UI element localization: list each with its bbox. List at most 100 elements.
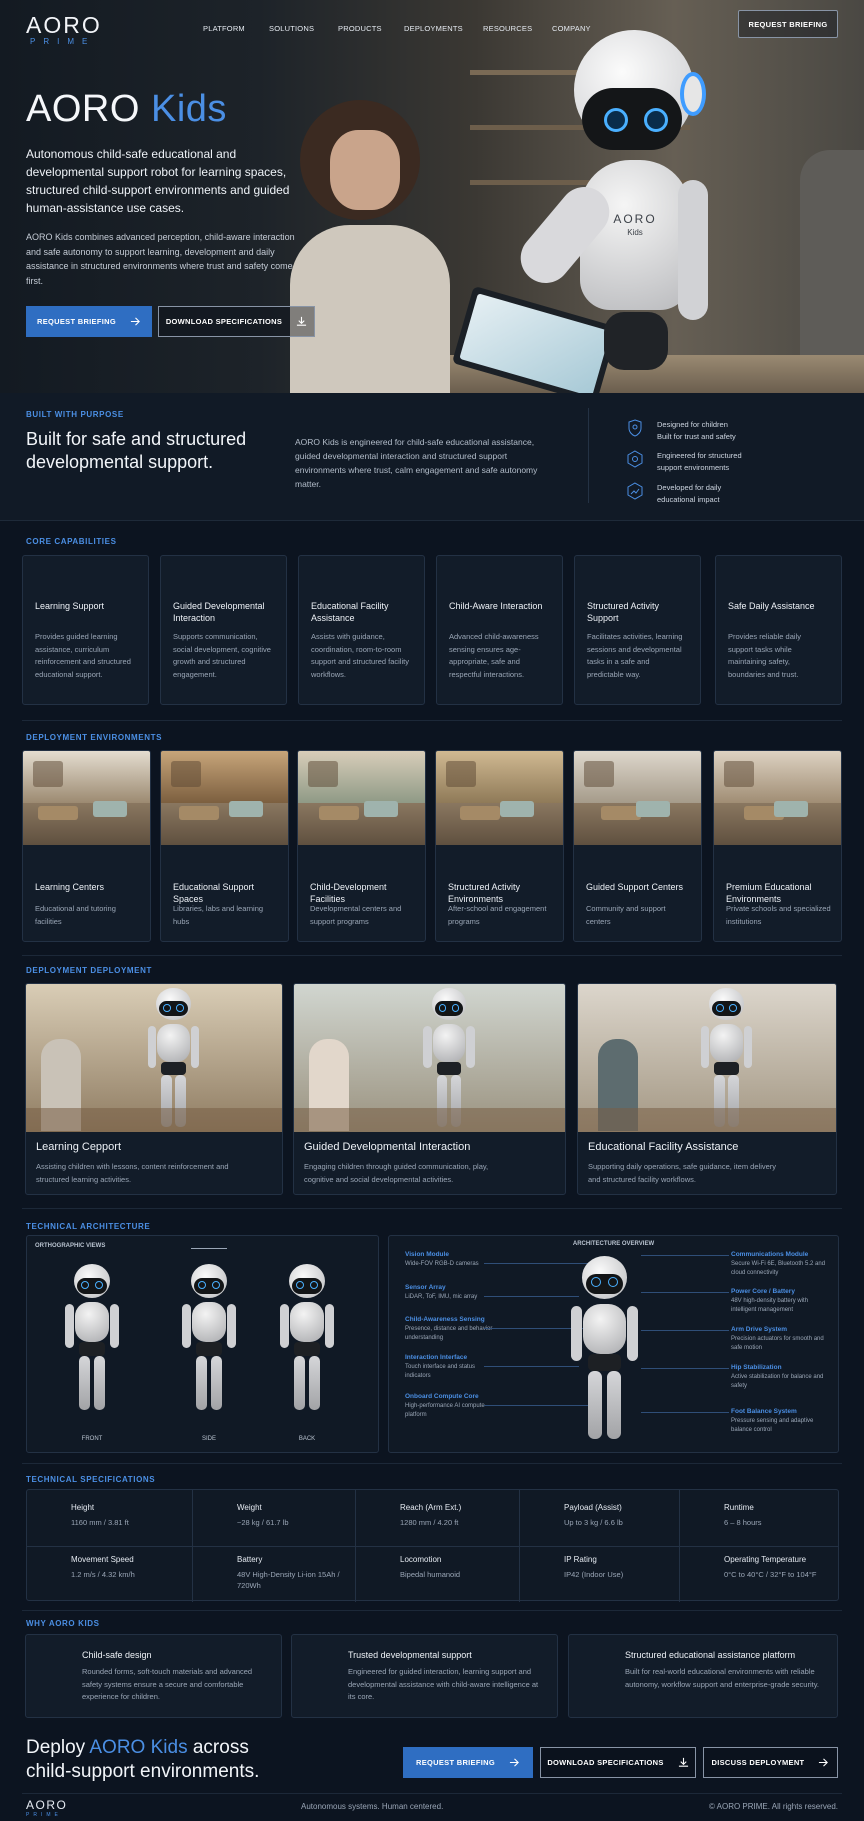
arrow-right-icon[interactable]	[542, 1166, 553, 1177]
footer-copyright: © AORO PRIME. All rights reserved.	[708, 1802, 838, 1811]
capability-card[interactable]: Educational Facility Assistance Assists w…	[298, 555, 425, 705]
spec-cell: IP Rating IP42 (Indoor Use)	[534, 1550, 684, 1600]
head-brain-icon	[304, 1655, 338, 1689]
why-card: Child-safe design Rounded forms, soft-tou…	[25, 1634, 282, 1718]
nav-solutions[interactable]: SOLUTIONS	[269, 24, 314, 33]
spec-label: IP Rating	[564, 1555, 597, 1564]
cta-request-briefing-button[interactable]: REQUEST BRIEFING	[403, 1747, 533, 1778]
divider	[22, 1463, 842, 1464]
arch-right-text: Active stabilization for balance and saf…	[731, 1374, 824, 1389]
capability-card[interactable]: Learning Support Provides guided learning…	[22, 555, 149, 705]
spec-value: 1.2 m/s / 4.32 km/h	[71, 1570, 135, 1579]
environment-card[interactable]: Child-Development Facilities Developmenta…	[297, 750, 426, 942]
robot-overview	[557, 1256, 667, 1446]
premium-icon	[726, 856, 742, 872]
purpose-text: AORO Kids is engineered for child-safe e…	[295, 437, 538, 489]
cta-title-c: across	[187, 1737, 249, 1758]
blocks-icon	[587, 568, 611, 592]
deployment-photo	[578, 984, 836, 1132]
environment-card[interactable]: Structured Activity Environments After-sc…	[435, 750, 564, 942]
purpose-point-line1: Developed for daily	[657, 483, 722, 492]
spec-label: Operating Temperature	[724, 1555, 807, 1564]
shield-check-icon	[728, 568, 752, 592]
cta-btn2-label: DOWNLOAD SPECIFICATIONS	[547, 1758, 664, 1767]
footer-logo[interactable]: AORO PRIME	[26, 1798, 67, 1818]
shield-child-icon	[628, 419, 642, 437]
spec-value: 1280 mm / 4.20 ft	[400, 1518, 459, 1527]
cta-discuss-deployment-button[interactable]: DISCUSS DEPLOYMENT	[703, 1747, 838, 1778]
why-card: Structured educational assistance platfo…	[568, 1634, 838, 1718]
deployment-title: Learning Cepport	[36, 1141, 122, 1153]
nav-platform[interactable]: PLATFORM	[203, 24, 245, 33]
capability-title: Structured Activity Support	[587, 601, 660, 623]
capability-card[interactable]: Child-Aware Interaction Advanced child-aw…	[436, 555, 563, 705]
deployment-photo	[294, 984, 565, 1132]
capability-text: Supports communication, social developme…	[173, 632, 271, 679]
environment-text: After-school and engagement programs	[448, 904, 547, 926]
environment-title: Learning Centers	[35, 882, 105, 892]
cta-title-b: AORO Kids	[89, 1737, 188, 1758]
spec-col-divider	[519, 1490, 520, 1602]
environment-card[interactable]: Premium Educational Environments Private …	[713, 750, 842, 942]
specs-label: TECHNICAL SPECIFICATIONS	[26, 1475, 156, 1484]
environment-card[interactable]: Educational Support Spaces Libraries, lab…	[160, 750, 289, 942]
arrow-right-icon[interactable]	[259, 1166, 270, 1177]
cta-download-specifications-button[interactable]: DOWNLOAD SPECIFICATIONS	[540, 1747, 696, 1778]
environment-photo	[436, 751, 563, 845]
hero-download-specifications-button[interactable]: DOWNLOAD SPECIFICATIONS	[158, 306, 315, 337]
divider	[22, 1610, 842, 1611]
book-icon	[35, 568, 59, 592]
nav-products[interactable]: PRODUCTS	[338, 24, 382, 33]
hero-request-briefing-button[interactable]: REQUEST BRIEFING	[26, 306, 152, 337]
divider	[22, 1208, 842, 1209]
cta-btn1-label: REQUEST BRIEFING	[416, 1758, 495, 1767]
nav-deployments[interactable]: DEPLOYMENTS	[404, 24, 463, 33]
girl-face	[330, 130, 400, 210]
environment-title: Structured Activity Environments	[448, 882, 521, 904]
environment-text: Community and support centers	[586, 904, 666, 926]
why-label: WHY AORO KIDS	[26, 1619, 100, 1628]
why-title: Child-safe design	[82, 1650, 152, 1660]
nav-request-briefing-button[interactable]: REQUEST BRIEFING	[738, 10, 838, 38]
footer-logo-sub: PRIME	[26, 1812, 62, 1818]
spec-cell: Locomotion Bipedal humanoid	[370, 1550, 520, 1600]
purpose-title: Built for safe and structured developmen…	[26, 429, 247, 472]
environment-title: Educational Support Spaces	[173, 882, 255, 904]
why-title: Structured educational assistance platfo…	[625, 1650, 796, 1660]
purpose-point-line2: support environments	[657, 463, 730, 472]
spec-label: Payload (Assist)	[564, 1503, 622, 1512]
view-label: SIDE	[201, 1436, 216, 1442]
spec-label: Locomotion	[400, 1555, 442, 1564]
payload-icon	[534, 1506, 552, 1524]
arch-right-title: Power Core / Battery	[731, 1288, 795, 1295]
arrow-right-icon[interactable]	[813, 1166, 824, 1177]
spec-label: Battery	[237, 1555, 263, 1564]
capability-card[interactable]: Safe Daily Assistance Provides reliable d…	[715, 555, 842, 705]
deployment-label: DEPLOYMENT DEPLOYMENT	[26, 966, 152, 975]
spec-label: Reach (Arm Ext.)	[400, 1503, 462, 1512]
spec-label: Runtime	[724, 1503, 754, 1512]
deployment-card[interactable]: Learning Cepport Assisting children with …	[25, 983, 283, 1195]
deployment-card[interactable]: Educational Facility Assistance Supportin…	[577, 983, 837, 1195]
environment-card[interactable]: Learning Centers Educational and tutoring…	[22, 750, 151, 942]
environment-text: Developmental centers and support progra…	[310, 904, 402, 926]
hero-lead: Autonomous child-safe educational and de…	[26, 147, 290, 215]
brand-logo[interactable]: AORO PRIME	[26, 12, 102, 46]
purpose-point-line1: Designed for children	[657, 420, 728, 429]
clock-icon	[694, 1506, 712, 1524]
environment-card[interactable]: Guided Support Centers Community and supp…	[573, 750, 702, 942]
deployment-card[interactable]: Guided Developmental Interaction Engaging…	[293, 983, 566, 1195]
spec-value: 48V High-Density Li-ion 15Ah / 720Wh	[237, 1570, 340, 1590]
nav-company[interactable]: COMPANY	[552, 24, 591, 33]
nav-resources[interactable]: RESOURCES	[483, 24, 532, 33]
student-background	[800, 150, 864, 360]
divider	[22, 720, 842, 721]
hero-section: AORO Kids AORO PRIME PLATFORM SOLUTIONS …	[0, 0, 864, 393]
capability-card[interactable]: Guided Developmental Interaction Supports…	[160, 555, 287, 705]
hexagon-gear-icon	[627, 450, 643, 468]
nav-cta-label: REQUEST BRIEFING	[748, 19, 828, 29]
arch-left-text: LiDAR, ToF, IMU, mic array	[405, 1294, 478, 1300]
purpose-label: BUILT WITH PURPOSE	[26, 410, 124, 419]
capability-card[interactable]: Structured Activity Support Facilitates a…	[574, 555, 701, 705]
hero-body: AORO Kids combines advanced perception, …	[26, 232, 295, 286]
